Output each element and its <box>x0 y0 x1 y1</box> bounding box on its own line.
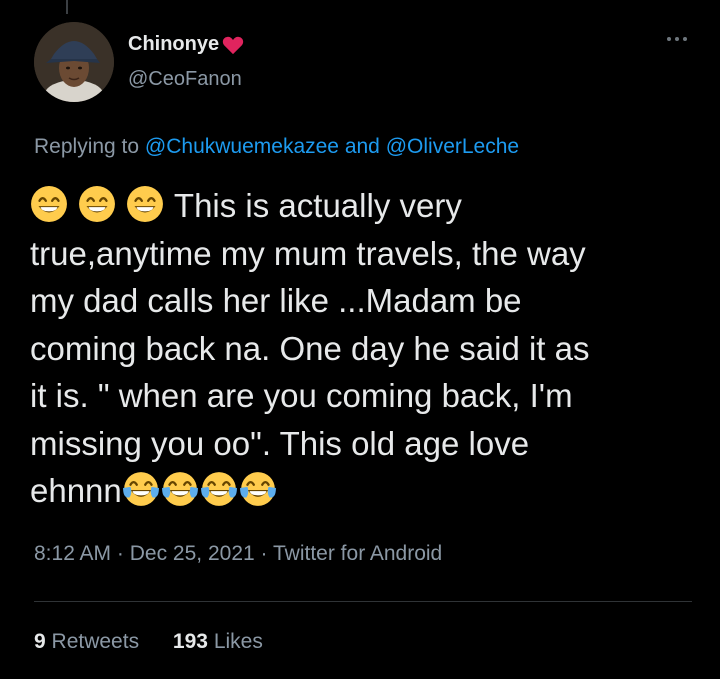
grinning-face-with-smiling-eyes-icon <box>31 186 67 222</box>
replying-prefix: Replying to <box>34 135 140 158</box>
red-heart-icon <box>222 36 244 54</box>
tweet-line-1: This is actually very <box>30 182 700 230</box>
face-with-tears-of-joy-icon <box>239 472 276 506</box>
more-options-icon[interactable] <box>662 30 692 48</box>
grinning-face-with-smiling-eyes-icon <box>79 186 116 222</box>
tweet-line-6: missing you oo". This old age love <box>30 424 530 462</box>
tweet-meta: 8:12 AM · Dec 25, 2021 · Twitter for And… <box>34 542 442 566</box>
author-handle[interactable]: @CeoFanon <box>128 68 242 91</box>
tweet-line-2: true,anytime my mum travels, the way <box>30 234 586 272</box>
tweet-source[interactable]: Twitter for Android <box>273 542 442 565</box>
tweet-line-4: coming back na. One day he said it as <box>30 329 590 367</box>
retweets-count: 9 <box>34 630 46 653</box>
grinning-face-with-smiling-eyes-icon <box>127 186 164 222</box>
reply-and-text: and <box>344 135 380 158</box>
tweet-line-text: ehnnn <box>30 472 122 509</box>
tweet-stats: 9 Retweets 193 Likes <box>34 630 291 654</box>
meta-separator: · <box>116 542 124 565</box>
tweet-line-3: my dad calls her like ...Madam be <box>30 282 522 319</box>
author-display-name[interactable]: Chinonye <box>128 33 219 56</box>
face-with-tears-of-joy-icon <box>161 472 198 506</box>
divider <box>34 601 692 602</box>
tweet-line-5: it is. " when are you coming back, I'm <box>30 377 573 414</box>
replying-to: Replying to @Chukwuemekazee and @OliverL… <box>34 135 519 159</box>
author-name-row[interactable]: Chinonye <box>128 33 244 56</box>
face-with-tears-of-joy-icon <box>122 472 159 506</box>
thread-connector-line <box>66 0 68 14</box>
reply-user-link-1[interactable]: @Chukwuemekazee <box>145 135 339 158</box>
face-with-tears-of-joy-icon <box>200 472 237 506</box>
reply-user-link-2[interactable]: @OliverLeche <box>386 135 519 158</box>
likes-count: 193 <box>172 630 208 653</box>
dot <box>675 37 679 41</box>
avatar-photo <box>34 22 114 102</box>
retweets-label: Retweets <box>51 630 140 653</box>
avatar[interactable] <box>34 22 114 102</box>
tweet-date[interactable]: Dec 25, 2021 <box>130 542 255 565</box>
likes-label: Likes <box>213 630 263 653</box>
dot <box>667 37 671 41</box>
dot <box>683 37 687 41</box>
meta-separator: · <box>260 542 268 565</box>
tweet-line-text: This is actually very <box>173 187 462 224</box>
retweets-stat[interactable]: 9 Retweets <box>34 630 139 653</box>
likes-stat[interactable]: 193 Likes <box>173 630 263 653</box>
tweet-time[interactable]: 8:12 AM <box>34 542 111 565</box>
tweet-text: This is actually very true,anytime my mu… <box>30 182 700 515</box>
tweet-line-7: ehnnn <box>30 467 700 515</box>
